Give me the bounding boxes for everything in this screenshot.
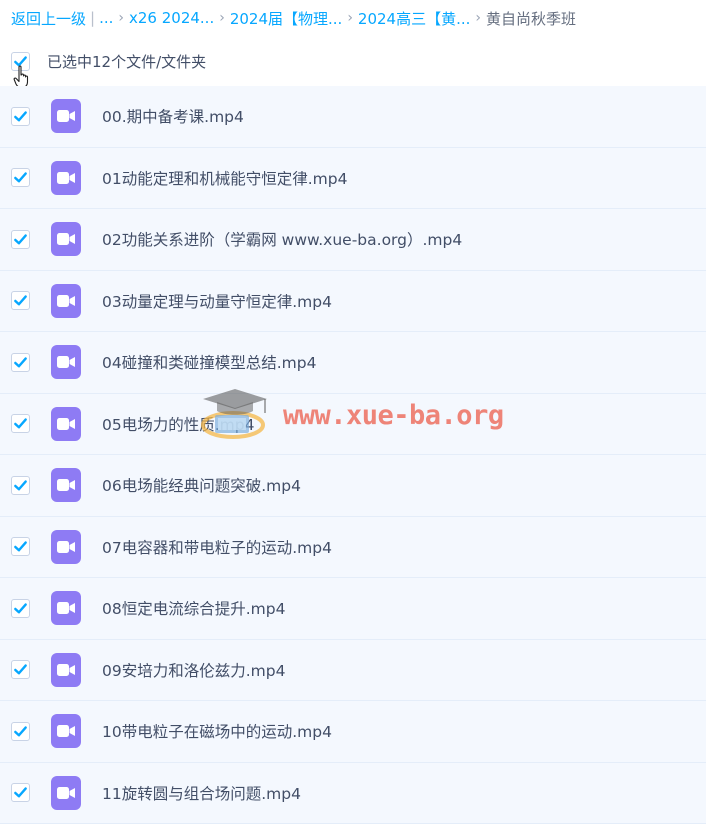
- breadcrumb-item-2[interactable]: 2024届【物理...: [230, 8, 342, 29]
- file-row[interactable]: 07电容器和带电粒子的运动.mp4: [0, 516, 706, 578]
- video-camera-icon: [57, 233, 75, 246]
- file-name[interactable]: 06电场能经典问题突破.mp4: [102, 474, 301, 496]
- breadcrumb: 返回上一级 | ... › x26 2024... › 2024届【物理... …: [0, 0, 706, 36]
- video-file-icon: [51, 283, 81, 318]
- check-icon: [14, 726, 27, 737]
- video-file-icon: [51, 345, 81, 380]
- video-camera-icon: [57, 725, 75, 738]
- file-row[interactable]: 11旋转圆与组合场问题.mp4: [0, 762, 706, 824]
- video-camera-icon: [57, 294, 75, 307]
- file-row[interactable]: 04碰撞和类碰撞模型总结.mp4: [0, 332, 706, 394]
- file-checkbox[interactable]: [11, 721, 30, 741]
- selection-count-label: 已选中12个文件/文件夹: [47, 52, 207, 71]
- chevron-right-icon: ›: [118, 10, 124, 26]
- check-icon: [14, 787, 27, 798]
- breadcrumb-item-1[interactable]: x26 2024...: [129, 9, 214, 27]
- video-camera-icon: [57, 356, 75, 369]
- check-icon: [14, 111, 27, 122]
- file-list: 00.期中备考课.mp4 01动能定理和机械能守恒定律.mp4 02功能关系进阶（学…: [0, 86, 706, 824]
- file-checkbox[interactable]: [11, 537, 30, 557]
- video-file-icon: [51, 406, 81, 441]
- video-file-icon: [51, 222, 81, 257]
- video-camera-icon: [57, 479, 75, 492]
- chevron-right-icon: ›: [347, 10, 353, 26]
- video-camera-icon: [57, 786, 75, 799]
- video-file-icon: [51, 775, 81, 810]
- file-checkbox[interactable]: [11, 352, 30, 372]
- video-camera-icon: [57, 110, 75, 123]
- video-file-icon: [51, 652, 81, 687]
- file-checkbox[interactable]: [11, 229, 30, 249]
- file-checkbox[interactable]: [11, 783, 30, 803]
- file-name[interactable]: 07电容器和带电粒子的运动.mp4: [102, 536, 332, 558]
- file-row[interactable]: 09安培力和洛伦兹力.mp4: [0, 639, 706, 701]
- check-icon: [14, 664, 27, 675]
- check-icon: [14, 357, 27, 368]
- file-row[interactable]: 01动能定理和机械能守恒定律.mp4: [0, 147, 706, 209]
- file-name[interactable]: 03动量定理与动量守恒定律.mp4: [102, 290, 332, 312]
- file-name[interactable]: 01动能定理和机械能守恒定律.mp4: [102, 167, 347, 189]
- breadcrumb-back-link[interactable]: 返回上一级: [11, 8, 86, 29]
- breadcrumb-item-3[interactable]: 2024高三【黄...: [358, 8, 470, 29]
- file-name[interactable]: 11旋转圆与组合场问题.mp4: [102, 782, 301, 804]
- file-row[interactable]: 10带电粒子在磁场中的运动.mp4: [0, 701, 706, 763]
- file-row[interactable]: 08恒定电流综合提升.mp4: [0, 578, 706, 640]
- file-name[interactable]: 10带电粒子在磁场中的运动.mp4: [102, 720, 332, 742]
- video-file-icon: [51, 468, 81, 503]
- check-icon: [14, 418, 27, 429]
- file-row[interactable]: 03动量定理与动量守恒定律.mp4: [0, 270, 706, 332]
- selection-bar: 已选中12个文件/文件夹: [0, 44, 706, 78]
- video-file-icon: [51, 160, 81, 195]
- file-checkbox[interactable]: [11, 475, 30, 495]
- video-camera-icon: [57, 663, 75, 676]
- breadcrumb-current: 黄自尚秋季班: [486, 9, 577, 28]
- file-checkbox[interactable]: [11, 414, 30, 434]
- file-row[interactable]: 05电场力的性质.mp4: [0, 393, 706, 455]
- breadcrumb-divider: |: [90, 9, 96, 27]
- video-camera-icon: [57, 602, 75, 615]
- file-row[interactable]: 02功能关系进阶（学霸网 www.xue-ba.org）.mp4: [0, 209, 706, 271]
- file-row[interactable]: 00.期中备考课.mp4: [0, 86, 706, 148]
- file-name[interactable]: 04碰撞和类碰撞模型总结.mp4: [102, 351, 316, 373]
- breadcrumb-ellipsis[interactable]: ...: [99, 9, 113, 27]
- file-checkbox[interactable]: [11, 660, 30, 680]
- file-checkbox[interactable]: [11, 106, 30, 126]
- file-name[interactable]: 00.期中备考课.mp4: [102, 105, 244, 127]
- file-name[interactable]: 09安培力和洛伦兹力.mp4: [102, 659, 285, 681]
- video-file-icon: [51, 714, 81, 749]
- chevron-right-icon: ›: [219, 10, 225, 26]
- check-icon: [14, 541, 27, 552]
- video-camera-icon: [57, 417, 75, 430]
- video-file-icon: [51, 529, 81, 564]
- chevron-right-icon: ›: [475, 10, 482, 26]
- file-name[interactable]: 05电场力的性质.mp4: [102, 413, 254, 435]
- file-checkbox[interactable]: [11, 291, 30, 311]
- file-checkbox[interactable]: [11, 168, 30, 188]
- video-camera-icon: [57, 171, 75, 184]
- video-file-icon: [51, 99, 81, 134]
- check-icon: [14, 603, 27, 614]
- file-name[interactable]: 02功能关系进阶（学霸网 www.xue-ba.org）.mp4: [102, 228, 462, 250]
- check-icon: [14, 480, 27, 491]
- file-row[interactable]: 06电场能经典问题突破.mp4: [0, 455, 706, 517]
- file-name[interactable]: 08恒定电流综合提升.mp4: [102, 597, 285, 619]
- check-icon: [14, 234, 27, 245]
- check-icon: [14, 295, 27, 306]
- check-icon: [14, 172, 27, 183]
- video-file-icon: [51, 591, 81, 626]
- video-camera-icon: [57, 540, 75, 553]
- file-checkbox[interactable]: [11, 598, 30, 618]
